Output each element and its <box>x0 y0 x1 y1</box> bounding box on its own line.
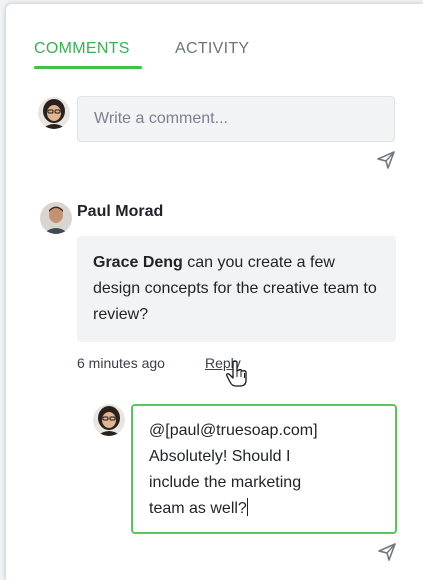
reply-line: include the marketing <box>149 474 302 491</box>
text-caret <box>246 498 248 516</box>
mention[interactable]: Grace Deng <box>93 254 183 271</box>
comment-author: Paul Morad <box>77 203 164 220</box>
avatar <box>38 97 70 129</box>
reply-line: @[paul@truesoap.com] <box>149 422 318 439</box>
comment-body: Grace Deng can you create a few design c… <box>77 236 396 342</box>
reply-line: Absolutely! Should I <box>149 448 291 465</box>
comment-input[interactable] <box>77 96 395 142</box>
send-icon[interactable] <box>376 150 396 170</box>
send-icon[interactable] <box>377 542 397 562</box>
reply-line: team as well? <box>149 500 247 517</box>
reply-line-last: team as well? <box>149 496 379 522</box>
tab-comments[interactable]: COMMENTS <box>34 40 130 58</box>
comment-timestamp: 6 minutes ago <box>77 355 165 371</box>
tab-activity[interactable]: ACTIVITY <box>175 40 249 58</box>
avatar <box>40 202 72 234</box>
reply-input[interactable]: @[paul@truesoap.com] Absolutely! Should … <box>131 404 397 534</box>
avatar <box>93 404 125 436</box>
active-tab-indicator <box>34 66 142 69</box>
hand-cursor-icon <box>226 360 247 387</box>
